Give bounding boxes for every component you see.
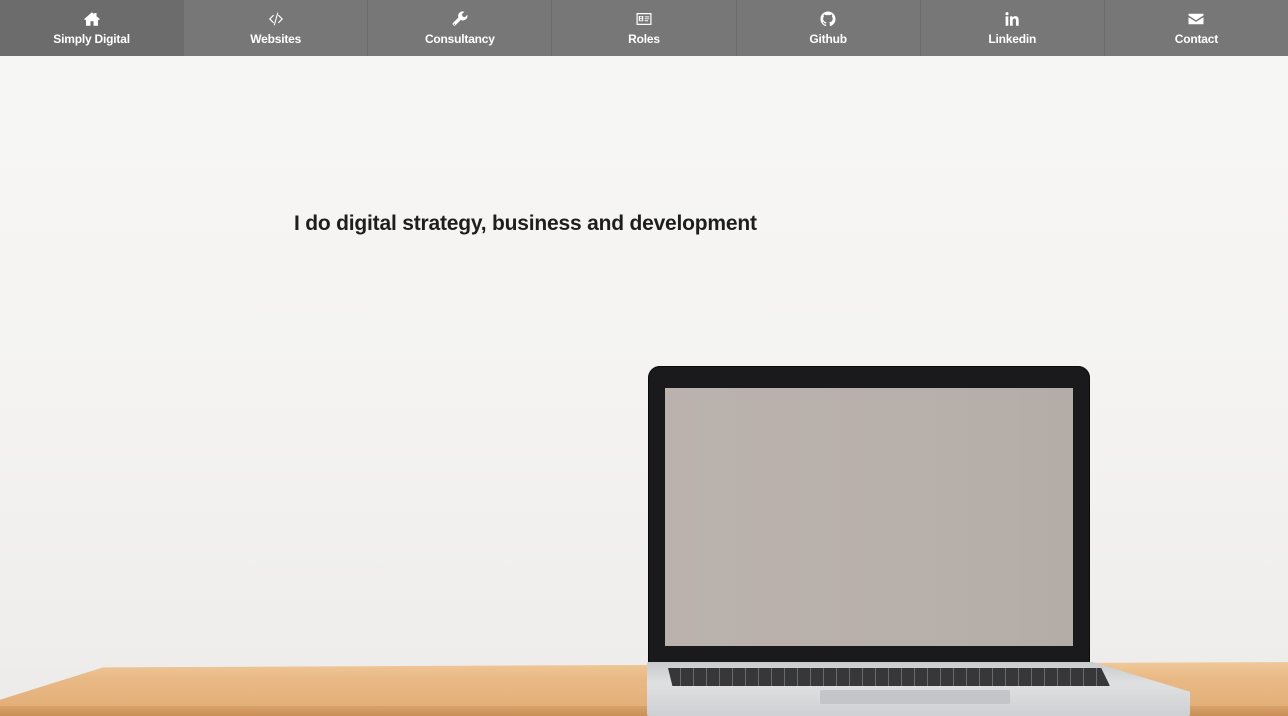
nav-label: Linkedin bbox=[988, 32, 1037, 46]
nav-label: Consultancy bbox=[424, 32, 495, 46]
nav-item-roles[interactable]: Roles bbox=[552, 0, 737, 56]
top-navigation: Simply Digital Websites Consultancy Role… bbox=[0, 0, 1288, 56]
hero-headline: I do digital strategy, business and deve… bbox=[294, 212, 757, 235]
hero-background bbox=[0, 0, 1288, 716]
nav-label: Github bbox=[809, 32, 847, 46]
nav-label: Contact bbox=[1174, 32, 1219, 46]
nav-label: Roles bbox=[628, 32, 660, 46]
nav-item-websites[interactable]: Websites bbox=[184, 0, 369, 56]
home-icon bbox=[83, 10, 101, 28]
github-icon bbox=[819, 10, 837, 28]
nav-item-contact[interactable]: Contact bbox=[1105, 0, 1288, 56]
laptop-screen bbox=[665, 388, 1073, 646]
nav-item-simply-digital[interactable]: Simply Digital bbox=[0, 0, 185, 56]
nav-label: Simply Digital bbox=[53, 32, 130, 46]
id-card-icon bbox=[635, 10, 653, 28]
laptop-trackpad bbox=[820, 690, 1010, 704]
laptop-keyboard bbox=[668, 668, 1110, 686]
code-icon bbox=[267, 10, 285, 28]
linkedin-icon bbox=[1003, 10, 1021, 28]
nav-item-github[interactable]: Github bbox=[737, 0, 921, 56]
nav-item-consultancy[interactable]: Consultancy bbox=[368, 0, 553, 56]
wrench-icon bbox=[451, 10, 469, 28]
envelope-icon bbox=[1187, 10, 1205, 28]
nav-label: Websites bbox=[250, 32, 302, 46]
nav-item-linkedin[interactable]: Linkedin bbox=[921, 0, 1105, 56]
